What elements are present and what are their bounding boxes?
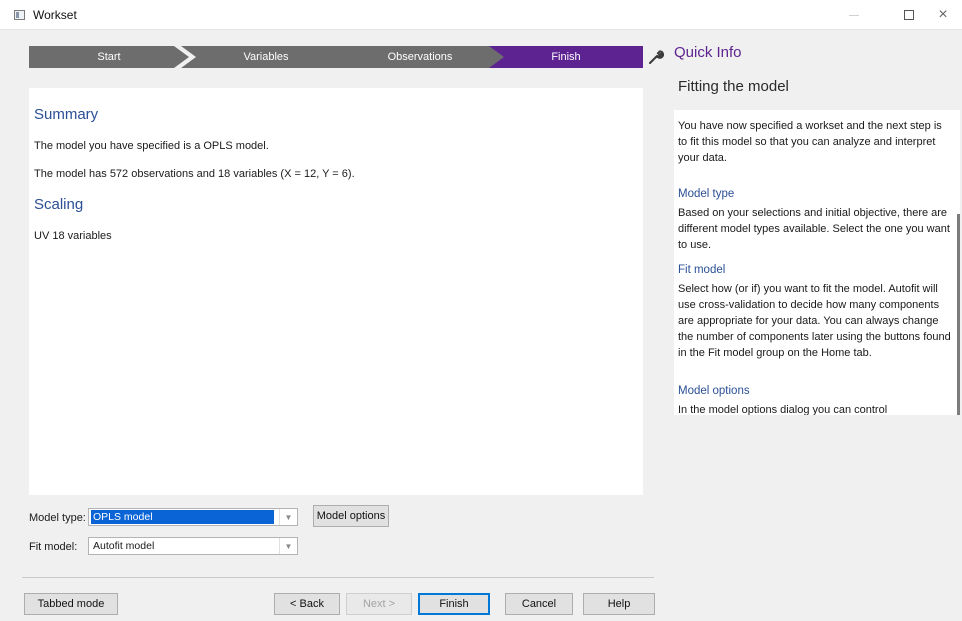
summary-heading: Summary	[34, 106, 99, 123]
section-heading-fit-model: Fit model	[678, 264, 726, 276]
model-type-select[interactable]: OPLS model ▼	[88, 508, 298, 526]
section-heading-model-options: Model options	[678, 385, 750, 397]
more-options-icon[interactable]: ⋮	[956, 78, 962, 95]
step-label: Observations	[387, 51, 453, 63]
help-button[interactable]: Help	[583, 593, 655, 615]
window-title: Workset	[33, 8, 77, 22]
section-text-fit-model: Select how (or if) you want to fit the m…	[678, 283, 951, 359]
step-label: Start	[97, 51, 121, 63]
quick-info-heading: Fitting the model	[678, 78, 789, 95]
summary-panel: Summary The model you have specified is …	[29, 88, 643, 495]
close-icon: ×	[938, 6, 948, 23]
workset-app-icon	[14, 10, 25, 20]
step-observations[interactable]: Observations	[335, 46, 505, 68]
back-button[interactable]: < Back	[274, 593, 340, 615]
finish-button[interactable]: Finish	[418, 593, 490, 615]
model-type-value: OPLS model	[91, 510, 274, 524]
summary-model-text: The model you have specified is a OPLS m…	[34, 140, 269, 152]
step-variables[interactable]: Variables	[181, 46, 351, 68]
wizard-steps: Start Variables Observations Finish	[29, 46, 643, 68]
quick-info-content[interactable]: You have now specified a workset and the…	[674, 110, 960, 415]
tabbed-mode-button[interactable]: Tabbed mode	[24, 593, 118, 615]
section-text-model-type: Based on your selections and initial obj…	[678, 207, 950, 251]
wrench-icon[interactable]	[648, 49, 664, 65]
scaling-heading: Scaling	[34, 196, 84, 213]
cancel-button[interactable]: Cancel	[505, 593, 573, 615]
step-start[interactable]: Start	[29, 46, 189, 68]
minimize-button[interactable]	[831, 0, 877, 30]
next-button[interactable]: Next >	[346, 593, 412, 615]
scrollbar[interactable]	[957, 214, 960, 415]
step-label: Finish	[551, 51, 581, 63]
model-type-label: Model type:	[29, 512, 86, 524]
minimize-icon	[849, 14, 859, 16]
chevron-down-icon: ▼	[279, 538, 297, 554]
close-button[interactable]: ×	[920, 0, 962, 30]
scaling-text: UV 18 variables	[34, 230, 112, 242]
section-text-model-options: In the model options dialog you can cont…	[678, 404, 888, 415]
model-options-button[interactable]: Model options	[313, 505, 389, 527]
quick-info-intro: You have now specified a workset and the…	[678, 120, 942, 164]
chevron-down-icon: ▼	[279, 509, 297, 525]
title-bar: Workset ×	[0, 0, 962, 30]
divider	[22, 577, 654, 578]
section-heading-model-type: Model type	[678, 188, 735, 200]
summary-counts-text: The model has 572 observations and 18 va…	[34, 168, 355, 180]
fit-model-select[interactable]: Autofit model ▼	[88, 537, 298, 555]
quick-info-title: Quick Info	[674, 44, 742, 61]
quick-info-panel: Quick Info Fitting the model ⋮ You have …	[664, 30, 962, 621]
fit-model-value: Autofit model	[93, 540, 155, 552]
maximize-icon	[904, 10, 914, 20]
fit-model-label: Fit model:	[29, 541, 78, 553]
step-finish[interactable]: Finish	[489, 46, 643, 68]
step-label: Variables	[243, 51, 289, 63]
